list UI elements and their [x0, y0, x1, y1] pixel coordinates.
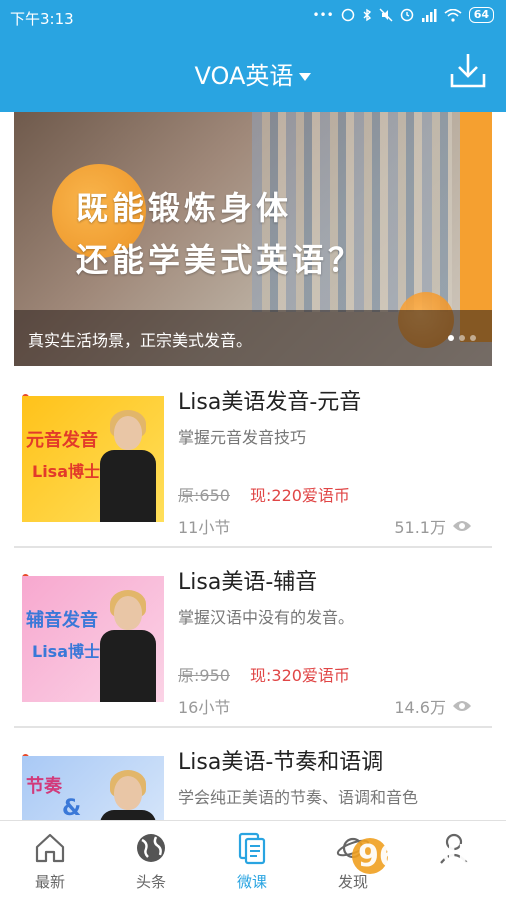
app-title: VOA英语: [194, 62, 294, 90]
banner-headline-line1: 既能锻炼身体: [76, 189, 293, 227]
eye-icon: [453, 701, 471, 711]
course-item[interactable]: 元音发音 Lisa博士 Lisa美语发音-元音 掌握元音发音技巧 原:650 现…: [14, 368, 492, 548]
view-count-value: 51.1万: [394, 518, 446, 537]
current-price: 现:320爱语币: [250, 666, 350, 685]
course-description: 学会纯正美语的节奏、语调和音色: [178, 788, 419, 807]
course-title: Lisa美语-辅音: [178, 570, 318, 595]
tab-label: 头条: [135, 873, 166, 891]
presenter-image: [100, 590, 156, 702]
tab-label: 最新: [34, 873, 65, 891]
lesson-count: 11小节: [178, 518, 231, 537]
eye-icon: [453, 521, 471, 531]
course-description: 掌握汉语中没有的发音。: [178, 608, 355, 627]
promo-banner[interactable]: 既能锻炼身体 还能学美式英语？ 真实生活场景，正宗美式发音。: [14, 112, 492, 366]
status-time: 下午3:13: [10, 10, 74, 28]
banner-headline: 既能锻炼身体 还能学美式英语？: [76, 182, 364, 286]
tab-headlines[interactable]: 头条: [101, 821, 201, 901]
globe-icon: [137, 834, 165, 862]
course-description: 掌握元音发音技巧: [178, 428, 307, 447]
thumbnail-sublabel: Lisa博士: [32, 642, 101, 661]
wifi-icon: [444, 8, 462, 22]
thumbnail-label: 元音发音: [26, 430, 98, 451]
pagination-dot[interactable]: [448, 335, 454, 341]
site-watermark: 962.NET 乐游网: [350, 826, 500, 892]
thumbnail-label: 节奏: [26, 776, 62, 797]
status-bar: 下午3:13 ••• 64: [0, 0, 506, 34]
status-icons: ••• 64: [312, 7, 494, 23]
app-bar: VOA英语: [0, 34, 506, 112]
app-title-dropdown[interactable]: VOA英语: [0, 56, 506, 91]
thumbnail-sublabel: &: [62, 796, 82, 821]
battery-icon: 64: [468, 7, 494, 23]
thumbnail-label: 辅音发音: [26, 610, 98, 631]
course-title: Lisa美语发音-元音: [178, 390, 362, 415]
home-icon: [35, 833, 65, 863]
banner-accent-strip: [460, 112, 492, 342]
tab-microcourse[interactable]: 微课: [202, 821, 302, 901]
tab-latest[interactable]: 最新: [0, 821, 100, 901]
clock-icon: [400, 8, 413, 22]
thumbnail-sublabel: Lisa博士: [32, 462, 101, 481]
pagination-dot[interactable]: [459, 335, 465, 341]
caret-down-icon: [299, 73, 312, 81]
tab-label: 微课: [236, 873, 267, 891]
course-thumbnail: 元音发音 Lisa博士: [22, 396, 164, 522]
presenter-image: [100, 410, 156, 522]
view-count: 51.1万: [394, 514, 472, 538]
watermark-brand: 962.NET: [358, 839, 499, 874]
banner-caption-bar: 真实生活场景，正宗美式发音。: [14, 310, 492, 366]
alarm-icon: [341, 8, 354, 22]
pagination-dot[interactable]: [470, 335, 476, 341]
lesson-count: 16小节: [178, 698, 231, 717]
original-price: 原:650: [178, 486, 230, 505]
banner-caption: 真实生活场景，正宗美式发音。: [28, 331, 253, 350]
banner-headline-line2: 还能学美式英语？: [76, 241, 365, 279]
view-count: 14.6万: [394, 694, 472, 718]
current-price: 现:220爱语币: [250, 486, 350, 505]
original-price: 原:950: [178, 666, 230, 685]
signal-icon: [421, 8, 437, 22]
more-icon: •••: [312, 8, 334, 22]
mute-icon: [379, 8, 393, 22]
view-count-value: 14.6万: [394, 698, 446, 717]
course-thumbnail: 辅音发音 Lisa博士: [22, 576, 164, 702]
banner-pagination: [448, 335, 476, 341]
course-item[interactable]: 辅音发音 Lisa博士 Lisa美语-辅音 掌握汉语中没有的发音。 原:950 …: [14, 548, 492, 728]
course-title: Lisa美语-节奏和语调: [178, 750, 384, 775]
bluetooth-icon: [363, 8, 371, 22]
book-icon: [238, 832, 266, 865]
download-icon[interactable]: [450, 52, 486, 90]
watermark-sub: 乐游网: [428, 874, 470, 890]
